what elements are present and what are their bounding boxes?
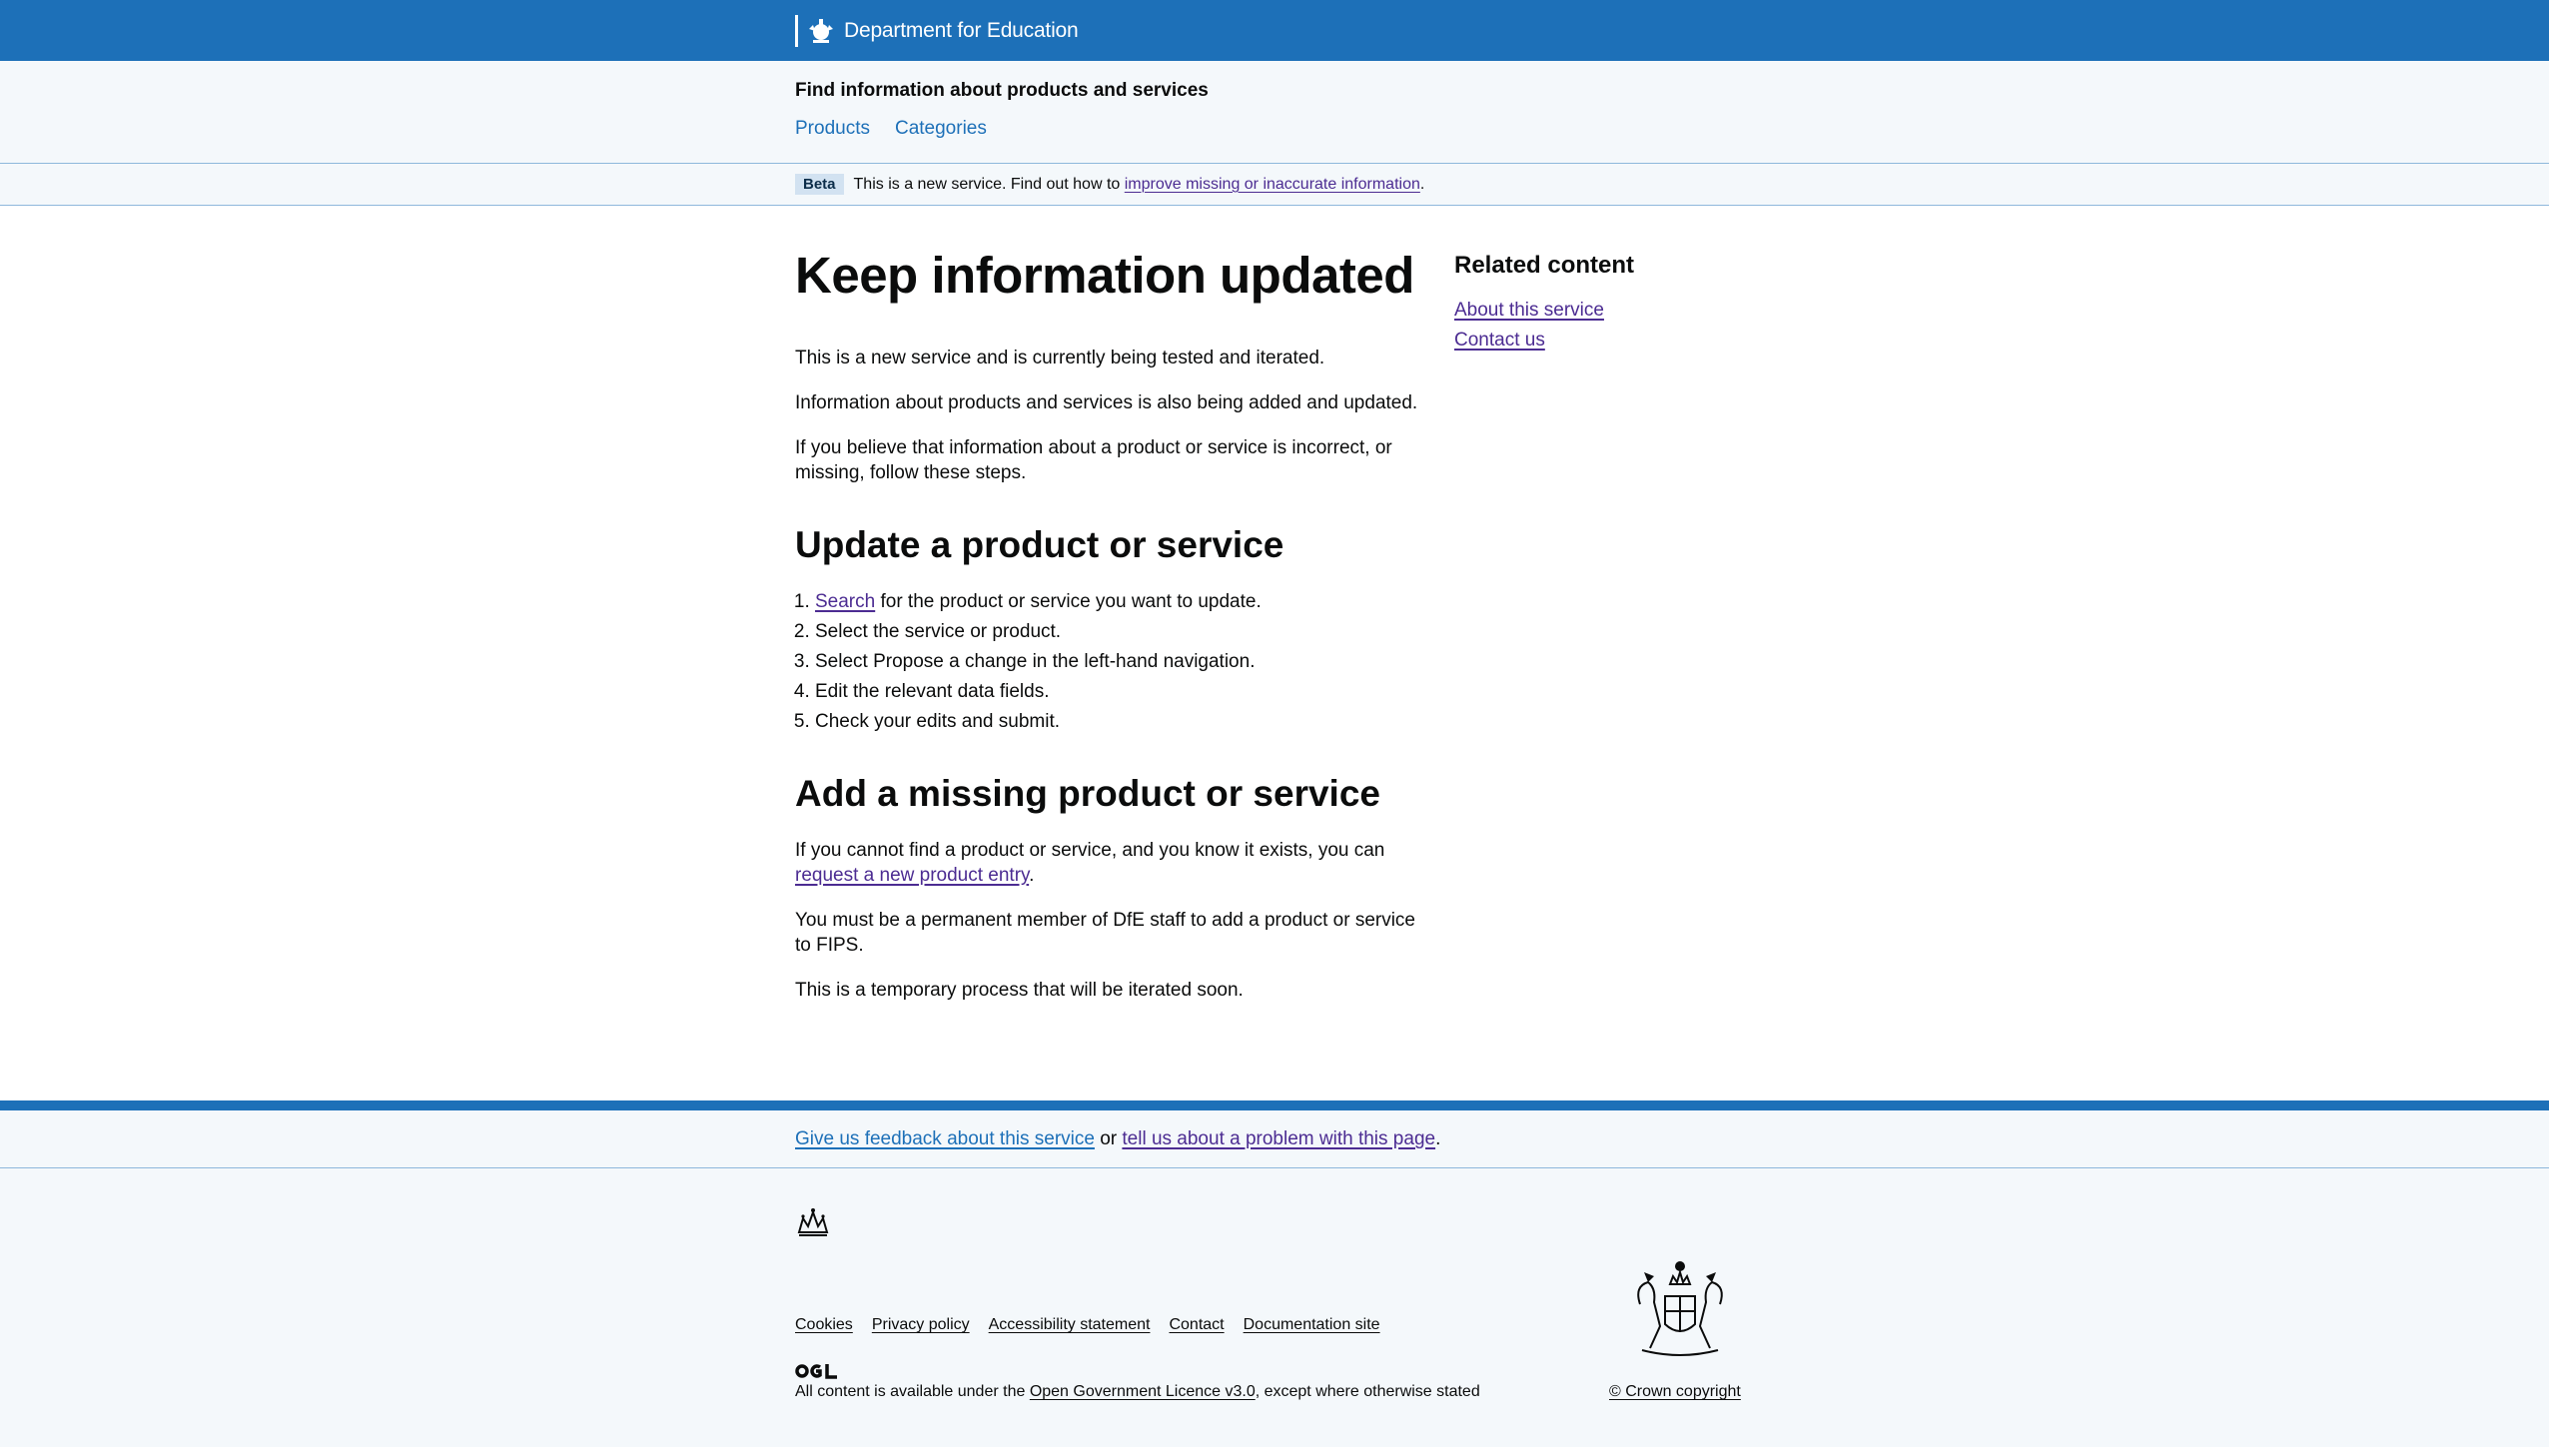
service-header: Find information about products and serv…	[0, 61, 2549, 164]
intro-paragraph-1: This is a new service and is currently b…	[795, 348, 1325, 368]
content-column: Keep information updated This is a new s…	[795, 246, 1422, 1100]
service-name[interactable]: Find information about products and serv…	[795, 77, 1754, 105]
add-heading: Add a missing product or service	[795, 773, 1380, 814]
ogl-logo-icon	[795, 1364, 837, 1379]
crest-icon	[809, 18, 833, 43]
phase-banner: Beta This is a new service. Find out how…	[0, 164, 2549, 206]
list-item: Check your edits and submit.	[815, 709, 1422, 734]
licence-statement: All content is available under the Open …	[795, 1383, 1480, 1401]
footer-link-accessibility[interactable]: Accessibility statement	[989, 1316, 1151, 1334]
royal-coat-of-arms-icon	[1637, 1261, 1723, 1356]
nav-products[interactable]: Products	[795, 118, 870, 140]
footer-link-contact[interactable]: Contact	[1169, 1316, 1224, 1334]
list-item: Select the service or product.	[815, 619, 1422, 644]
footer-link-documentation[interactable]: Documentation site	[1244, 1316, 1380, 1334]
list-item: Edit the relevant data fields.	[815, 679, 1422, 704]
update-steps-list: Search for the product or service you wa…	[795, 589, 1422, 734]
ogl-licence-link[interactable]: Open Government Licence v3.0	[1030, 1383, 1256, 1400]
footer: Cookies Privacy policy Accessibility sta…	[0, 1168, 2549, 1447]
phase-banner-text: This is a new service. Find out how to	[853, 175, 1121, 193]
crown-copyright-link[interactable]: © Crown copyright	[1609, 1383, 1741, 1401]
phase-banner-period: .	[1419, 175, 1425, 193]
add-paragraph-1: If you cannot find a product or service,…	[795, 838, 1422, 888]
list-item: Select Propose a change in the left-hand…	[815, 649, 1422, 674]
licence-end: , except where otherwise stated	[1255, 1383, 1480, 1400]
contact-us-link[interactable]: Contact us	[1454, 326, 1754, 356]
add-paragraph-1-end: .	[1029, 865, 1035, 886]
top-header: Department for Education	[0, 0, 2549, 61]
report-problem-link[interactable]: tell us about a problem with this page	[1122, 1128, 1435, 1150]
intro-paragraph-3: If you believe that information about a …	[795, 437, 1392, 483]
add-paragraph-1-text: If you cannot find a product or service,…	[795, 840, 1385, 861]
service-navigation: Products Categories	[795, 118, 1754, 140]
page-title: Keep information updated	[795, 247, 1414, 304]
about-service-link[interactable]: About this service	[1454, 296, 1754, 326]
footer-links: Cookies Privacy policy Accessibility sta…	[795, 1316, 1399, 1334]
intro-paragraph-2: Information about products and services …	[795, 392, 1418, 413]
improve-information-link[interactable]: improve missing or inaccurate informatio…	[1125, 176, 1420, 194]
department-logo-link[interactable]: Department for Education	[795, 14, 1079, 47]
nav-categories[interactable]: Categories	[895, 118, 987, 140]
request-new-product-link[interactable]: request a new product entry	[795, 865, 1029, 886]
licence-text: All content is available under the	[795, 1383, 1030, 1400]
feedback-separator: or	[1094, 1128, 1123, 1149]
related-content: Related content About this service Conta…	[1454, 246, 1754, 1100]
department-name: Department for Education	[844, 18, 1079, 42]
beta-tag: Beta	[795, 174, 844, 195]
add-paragraph-2: You must be a permanent member of DfE st…	[795, 910, 1415, 956]
crown-icon	[797, 1208, 829, 1236]
footer-link-cookies[interactable]: Cookies	[795, 1316, 853, 1334]
feedback-link[interactable]: Give us feedback about this service	[795, 1128, 1095, 1150]
step-1-text: for the product or service you want to u…	[875, 591, 1262, 612]
list-item: Search for the product or service you wa…	[815, 589, 1422, 614]
related-content-title: Related content	[1454, 252, 1635, 279]
update-heading: Update a product or service	[795, 524, 1284, 565]
feedback-period: .	[1435, 1128, 1441, 1149]
main-content: Keep information updated This is a new s…	[795, 206, 1754, 1100]
search-link[interactable]: Search	[815, 591, 875, 612]
feedback-bar: Give us feedback about this service or t…	[0, 1100, 2549, 1168]
footer-link-privacy[interactable]: Privacy policy	[872, 1316, 970, 1334]
add-paragraph-3: This is a temporary process that will be…	[795, 980, 1244, 1001]
